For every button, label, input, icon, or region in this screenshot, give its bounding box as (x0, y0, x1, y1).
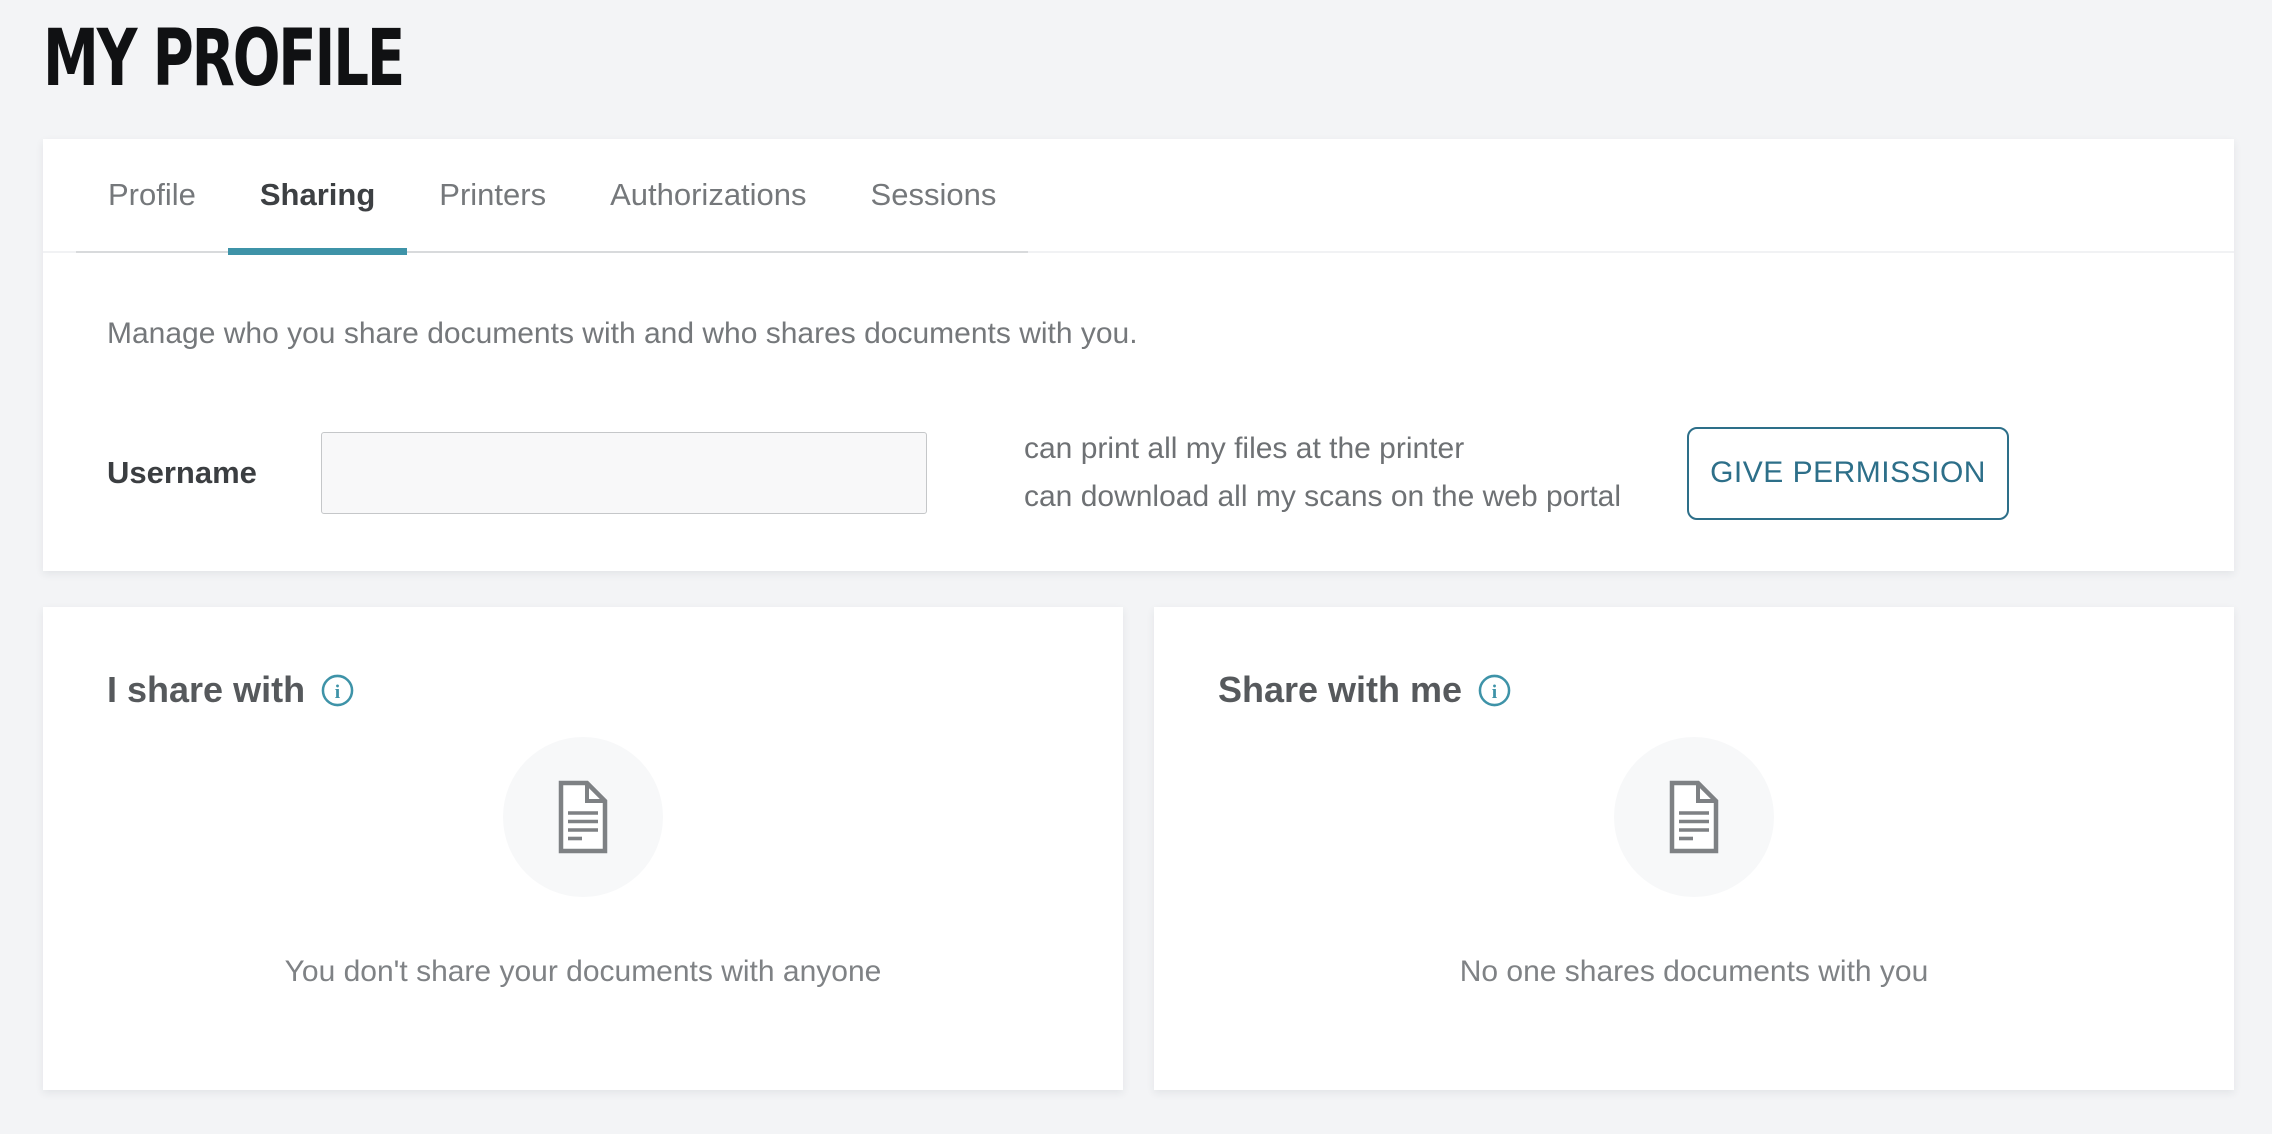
tab-sessions[interactable]: Sessions (839, 139, 1029, 251)
sharing-settings-panel: Profile Sharing Printers Authorizations … (43, 139, 2234, 571)
my-profile-page: MY PROFILE Profile Sharing Printers Auth… (0, 16, 2272, 1134)
svg-text:i: i (335, 681, 341, 702)
username-input[interactable] (321, 432, 927, 514)
empty-state: You don't share your documents with anyo… (107, 711, 1059, 989)
info-circle-icon[interactable]: i (1478, 674, 1511, 707)
tab-sharing[interactable]: Sharing (228, 139, 407, 251)
tabs-row: Profile Sharing Printers Authorizations … (43, 139, 2234, 253)
card-heading: I share with i (107, 669, 1059, 711)
share-with-me-empty-text: No one shares documents with you (1460, 955, 1929, 989)
username-row: Username can print all my files at the p… (107, 425, 2170, 521)
share-cards: I share with i You do (43, 607, 2234, 1090)
i-share-with-card: I share with i You do (43, 607, 1123, 1090)
panel-body: Manage who you share documents with and … (43, 317, 2234, 521)
i-share-with-empty-text: You don't share your documents with anyo… (285, 955, 882, 989)
permission-line-1: can print all my files at the printer (1024, 425, 1621, 473)
card-heading: Share with me i (1218, 669, 2170, 711)
tab-list: Profile Sharing Printers Authorizations … (76, 139, 1028, 253)
permission-line-2: can download all my scans on the web por… (1024, 473, 1621, 521)
tab-authorizations[interactable]: Authorizations (578, 139, 838, 251)
svg-text:i: i (1492, 681, 1498, 702)
info-circle-icon[interactable]: i (321, 674, 354, 707)
page-title: MY PROFILE (43, 16, 2272, 102)
page-title-text: MY PROFILE (43, 14, 403, 104)
document-icon-circle (1614, 737, 1774, 897)
share-with-me-card: Share with me i No on (1154, 607, 2234, 1090)
sharing-description: Manage who you share documents with and … (107, 317, 2170, 351)
permission-description: can print all my files at the printer ca… (1024, 425, 1621, 521)
tab-printers[interactable]: Printers (407, 139, 578, 251)
document-icon-circle (503, 737, 663, 897)
empty-state: No one shares documents with you (1218, 711, 2170, 989)
share-with-me-title: Share with me (1218, 669, 1462, 711)
tab-profile[interactable]: Profile (76, 139, 228, 251)
document-icon (1669, 780, 1719, 854)
i-share-with-title: I share with (107, 669, 305, 711)
username-label: Username (107, 455, 321, 491)
document-icon (558, 780, 608, 854)
give-permission-button[interactable]: GIVE PERMISSION (1687, 427, 2009, 520)
